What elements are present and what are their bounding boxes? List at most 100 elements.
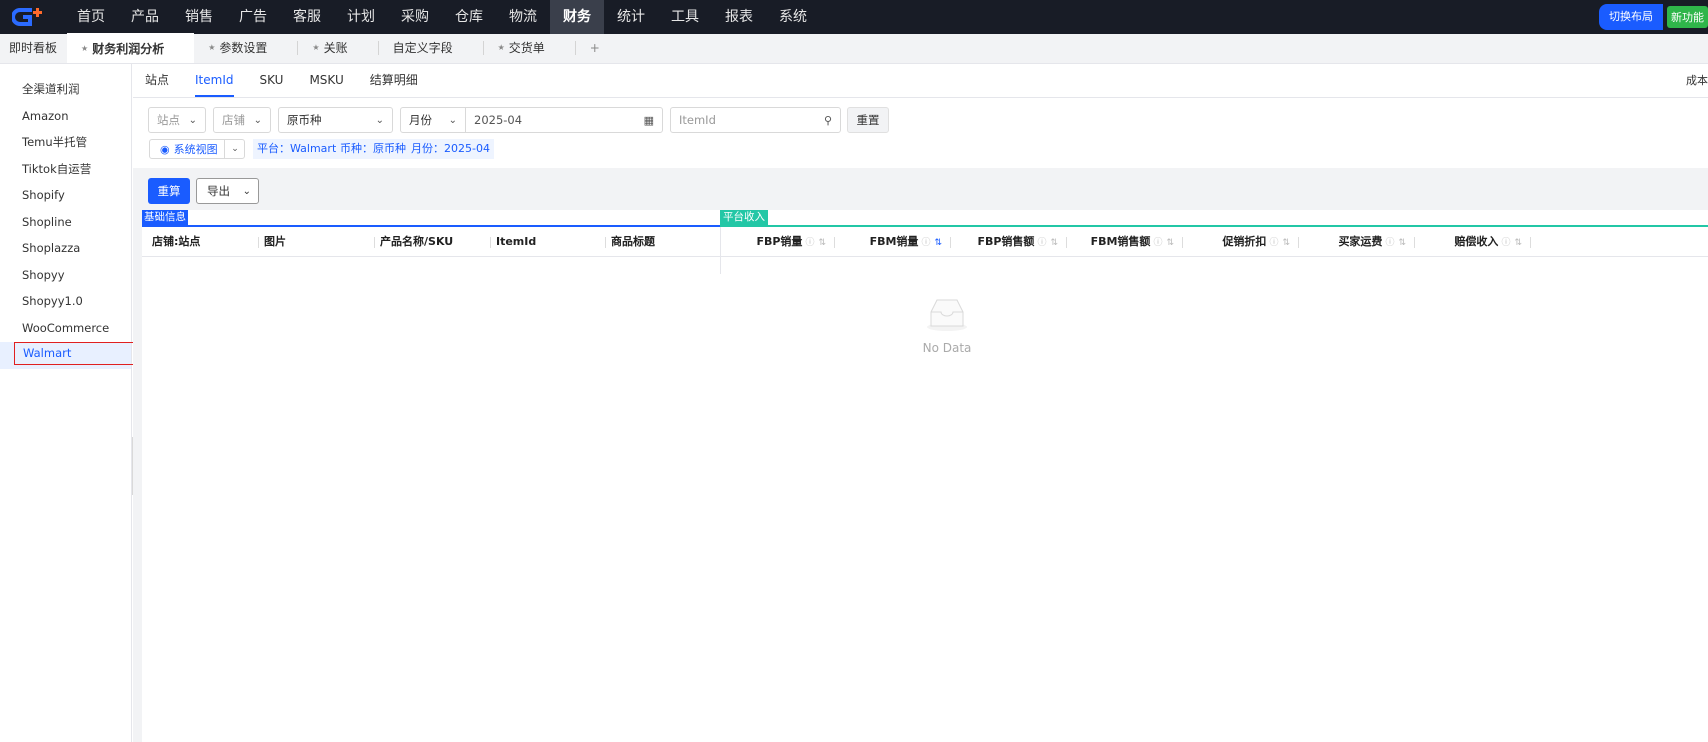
- column-header[interactable]: 商品标题: [611, 227, 655, 257]
- column-header[interactable]: 赔偿收入 ⓘ ⇅: [1454, 227, 1522, 257]
- new-feature-button[interactable]: 新功能: [1667, 6, 1708, 28]
- itemid-search-input[interactable]: ItemId ⚲: [670, 107, 841, 133]
- export-button[interactable]: 导出 ⌄: [196, 178, 259, 204]
- store-select[interactable]: 店铺 ⌄: [213, 107, 271, 133]
- nav-item[interactable]: 首页: [64, 0, 118, 34]
- column-header[interactable]: 店铺:站点: [152, 227, 200, 257]
- site-select[interactable]: 站点 ⌄: [148, 107, 206, 133]
- nav-item[interactable]: 采购: [388, 0, 442, 34]
- column-divider: [834, 237, 835, 248]
- add-tab-button[interactable]: +: [576, 33, 610, 63]
- sidebar-item-label: 全渠道利润: [22, 82, 80, 96]
- tab-item[interactable]: ★ 关账: [298, 33, 377, 63]
- sidebar-item[interactable]: Shopyy1.0: [0, 288, 131, 315]
- tab-item[interactable]: ★ 交货单: [484, 33, 575, 63]
- pin-icon[interactable]: ★: [81, 34, 88, 64]
- tab-item[interactable]: 自定义字段: [379, 33, 483, 63]
- help-icon[interactable]: ⓘ: [1153, 238, 1162, 248]
- nav-item[interactable]: 仓库: [442, 0, 496, 34]
- nav-item[interactable]: 报表: [712, 0, 766, 34]
- subtab-item[interactable]: 结算明细: [370, 63, 418, 97]
- currency-select[interactable]: 原币种 ⌄: [278, 107, 393, 133]
- column-header[interactable]: FBM销量 ⓘ ⇅: [870, 227, 942, 257]
- nav-item[interactable]: 产品: [118, 0, 172, 34]
- reset-button[interactable]: 重置: [847, 107, 889, 133]
- help-icon[interactable]: ⓘ: [1037, 238, 1046, 248]
- sidebar-item[interactable]: Shopyy: [0, 262, 131, 289]
- sort-icon[interactable]: ⇅: [1166, 238, 1174, 248]
- column-header[interactable]: 促销折扣 ⓘ ⇅: [1222, 227, 1290, 257]
- nav-item[interactable]: 财务: [550, 0, 604, 34]
- sidebar-item[interactable]: WooCommerce: [0, 315, 131, 342]
- tab-item[interactable]: ★ 财务利润分析: [67, 33, 195, 64]
- view-dropdown-button[interactable]: ⌄: [224, 139, 245, 159]
- column-divider: [1414, 237, 1415, 248]
- tab-item[interactable]: ★ 参数设置: [194, 33, 297, 63]
- month-picker[interactable]: 2025-04 ▦: [465, 107, 663, 133]
- sidebar-item[interactable]: 全渠道利润: [0, 76, 131, 103]
- column-divider: [1298, 237, 1299, 248]
- sort-icon[interactable]: ⇅: [1514, 238, 1522, 248]
- column-header-label: FBM销量: [869, 235, 919, 248]
- column-header[interactable]: 买家运费 ⓘ ⇅: [1338, 227, 1406, 257]
- period-type-select[interactable]: 月份 ⌄: [400, 107, 466, 133]
- sort-icon[interactable]: ⇅: [934, 238, 942, 248]
- pin-icon[interactable]: ★: [312, 33, 319, 63]
- help-icon[interactable]: ⓘ: [921, 238, 930, 248]
- tab-label: 财务利润分析: [92, 42, 165, 56]
- nav-item[interactable]: 销售: [172, 0, 226, 34]
- nav-item[interactable]: 物流: [496, 0, 550, 34]
- calendar-icon: ▦: [643, 113, 654, 127]
- sort-icon[interactable]: ⇅: [1050, 238, 1058, 248]
- sort-icon[interactable]: ⇅: [818, 238, 826, 248]
- help-icon[interactable]: ⓘ: [1269, 238, 1278, 248]
- sidebar-item-label: Amazon: [22, 108, 69, 123]
- subtab-item[interactable]: SKU: [260, 63, 284, 97]
- column-header[interactable]: 图片: [264, 227, 286, 257]
- sidebar-item[interactable]: Shopline: [0, 209, 131, 236]
- pin-icon[interactable]: ★: [498, 33, 505, 63]
- help-icon[interactable]: ⓘ: [1385, 238, 1394, 248]
- tab-item[interactable]: 即时看板: [0, 33, 67, 63]
- cost-label[interactable]: 成本: [1686, 64, 1708, 98]
- tab-label: 交货单: [508, 41, 545, 55]
- sidebar-item[interactable]: Shoplazza: [0, 235, 131, 262]
- sidebar-item[interactable]: Shopify: [0, 182, 131, 209]
- column-header[interactable]: FBM销售额 ⓘ ⇅: [1091, 227, 1174, 257]
- sidebar-item[interactable]: Temu半托管: [0, 129, 131, 156]
- subtab-item[interactable]: 站点: [145, 63, 169, 97]
- help-icon[interactable]: ⓘ: [1501, 238, 1510, 248]
- sidebar-item[interactable]: Walmart: [0, 342, 135, 369]
- help-icon[interactable]: ⓘ: [805, 238, 814, 248]
- nav-item[interactable]: 工具: [658, 0, 712, 34]
- switch-layout-button[interactable]: 切换布局: [1599, 4, 1663, 30]
- subtab-item[interactable]: MSKU: [309, 63, 343, 97]
- nav-item[interactable]: 客服: [280, 0, 334, 34]
- column-divider: [950, 237, 951, 248]
- filter-bar: 站点 ⌄ 店铺 ⌄ 原币种 ⌄ 月份 ⌄ 2025-04 ▦ ItemId ⚲ …: [133, 98, 1708, 168]
- nav-item[interactable]: 系统: [766, 0, 820, 34]
- sidebar-item[interactable]: Amazon: [0, 103, 131, 130]
- pin-icon[interactable]: ★: [208, 33, 215, 63]
- recalculate-button[interactable]: 重算: [148, 178, 190, 204]
- tab-label: 自定义字段: [392, 41, 453, 55]
- column-header-label: FBP销量: [756, 235, 803, 248]
- nav-item[interactable]: 计划: [334, 0, 388, 34]
- sort-icon[interactable]: ⇅: [1282, 238, 1290, 248]
- nav-item[interactable]: 广告: [226, 0, 280, 34]
- column-header[interactable]: 产品名称/SKU: [380, 227, 453, 257]
- sidebar-item-label: Shopify: [22, 188, 65, 202]
- app-logo[interactable]: [0, 0, 60, 34]
- sidebar-item-label: Shoplazza: [22, 241, 81, 255]
- column-divider: [1182, 237, 1183, 248]
- column-header[interactable]: FBP销量 ⓘ ⇅: [756, 227, 826, 257]
- nav-item[interactable]: 统计: [604, 0, 658, 34]
- sidebar-item[interactable]: Tiktok自运营: [0, 156, 131, 183]
- subtab-item[interactable]: ItemId: [195, 63, 234, 97]
- site-select-placeholder: 站点: [157, 113, 180, 127]
- column-header[interactable]: ItemId: [496, 227, 536, 257]
- tab-label: 参数设置: [219, 41, 268, 55]
- sort-icon[interactable]: ⇅: [1398, 238, 1406, 248]
- tab-label: 关账: [323, 41, 348, 55]
- column-header[interactable]: FBP销售额 ⓘ ⇅: [977, 227, 1058, 257]
